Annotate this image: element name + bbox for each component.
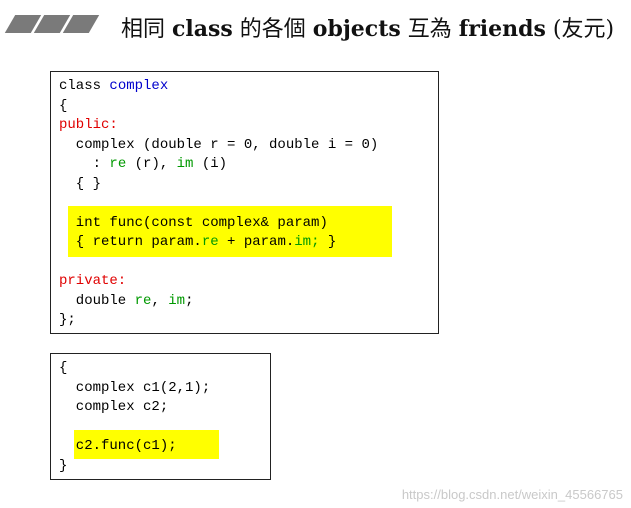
code-text: + param. (218, 234, 295, 250)
slide-title: 相同 class 的各個 objects 互為 friends (友元) (121, 11, 614, 43)
code-line: c2.func(c1); (59, 438, 177, 454)
title-part: 互為 (400, 17, 459, 42)
code-line: }; (59, 312, 76, 328)
title-part: (友元) (545, 17, 615, 42)
member-im: im (168, 292, 186, 309)
code-text: (i) (193, 156, 228, 172)
usage-box: { complex c1(2,1); complex c2; c2.func(c… (50, 353, 271, 480)
code-line: { } (59, 175, 102, 192)
member-re: re (109, 156, 127, 172)
title-part: 的各個 (232, 17, 313, 42)
private-label: private: (59, 273, 127, 289)
code-line: : re (r), im (i) (59, 156, 227, 172)
watermark: https://blog.csdn.net/weixin_45566765 (401, 487, 623, 502)
code-text: , (151, 292, 169, 309)
class-code: class complex { public: complex (double … (59, 77, 378, 331)
code-line: double re, im; (59, 292, 194, 309)
code-line: class complex (59, 78, 168, 94)
code-text: double (59, 292, 135, 309)
code-line: complex (double r = 0, double i = 0) (59, 136, 379, 153)
title-bold: friends (458, 16, 546, 42)
code-line: int func(const complex& param) (59, 214, 328, 231)
title-bold: class (172, 16, 233, 42)
member-im: im; (294, 234, 320, 250)
keyword: class (59, 78, 110, 94)
code-line: } (59, 457, 68, 474)
code-line: complex c1(2,1); (59, 379, 211, 396)
code-text: { return param. (59, 234, 202, 250)
public-label: public: (59, 117, 118, 133)
code-line: complex c2; (59, 399, 169, 415)
code-text: } (319, 234, 337, 250)
member-re: re (201, 234, 219, 250)
code-line: { return param.re + param.im; } (59, 234, 337, 250)
title-part: 相同 (121, 17, 172, 42)
member-im: im (176, 156, 194, 172)
code-text: ; (185, 292, 194, 309)
class-name: complex (109, 78, 169, 94)
class-definition-box: class complex { public: complex (double … (50, 71, 439, 334)
code-line: { (59, 97, 68, 114)
code-text: : (59, 156, 110, 172)
code-line: { (59, 360, 68, 376)
title-bold: objects (312, 16, 401, 42)
member-re: re (134, 292, 152, 309)
title-decoration (4, 15, 100, 33)
code-text: (r), (126, 156, 177, 172)
usage-code: { complex c1(2,1); complex c2; c2.func(c… (59, 359, 210, 476)
slide-header: 相同 class 的各個 objects 互為 friends (友元) (0, 0, 631, 55)
